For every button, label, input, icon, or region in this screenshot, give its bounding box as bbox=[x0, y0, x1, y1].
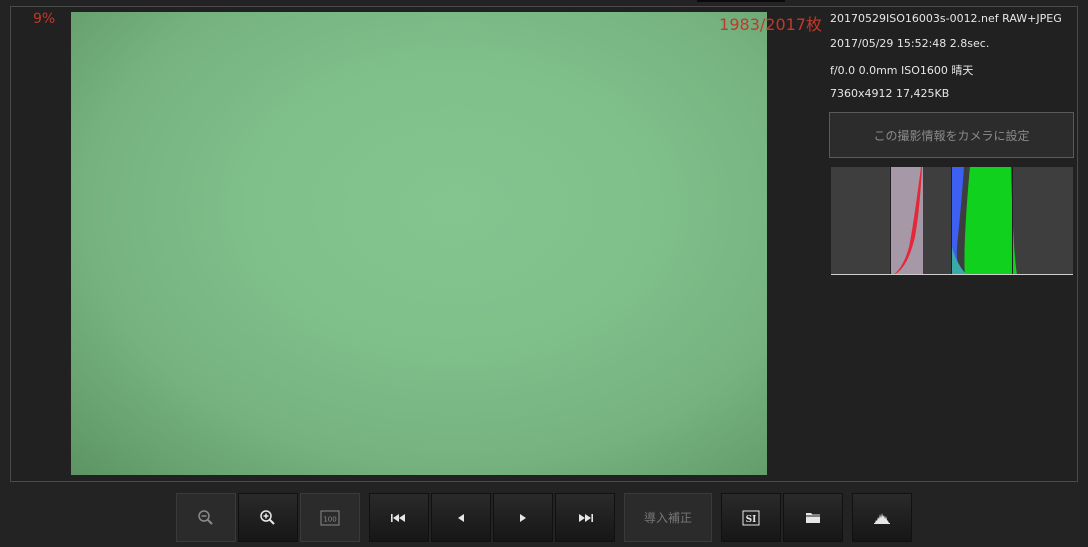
skip-last-icon bbox=[579, 513, 593, 522]
skip-first-icon bbox=[391, 513, 405, 522]
si-button[interactable]: SI bbox=[721, 493, 781, 542]
set-to-camera-button[interactable]: この撮影情報をカメラに設定 bbox=[829, 112, 1074, 158]
next-image-button[interactable] bbox=[493, 493, 553, 542]
preview-image[interactable] bbox=[71, 12, 767, 475]
import-correction-label: 導入補正 bbox=[643, 511, 692, 525]
folder-button[interactable] bbox=[783, 493, 843, 542]
zoom-in-icon bbox=[260, 509, 275, 525]
zoom-in-button[interactable] bbox=[238, 493, 298, 542]
next-icon bbox=[520, 513, 526, 522]
image-counter: 1983/2017枚 bbox=[719, 15, 822, 34]
svg-text:100: 100 bbox=[323, 515, 336, 523]
zoom-percentage: 9% bbox=[33, 11, 56, 27]
import-correction-button[interactable]: 導入補正 bbox=[624, 493, 712, 542]
app-window: 9% 1983/2017枚 20170529ISO16003s-0012.nef… bbox=[0, 0, 1088, 547]
top-tab-indicator bbox=[697, 0, 785, 2]
actual-size-button[interactable]: 100 bbox=[300, 493, 360, 542]
zoom-out-icon bbox=[198, 509, 213, 525]
info-size: 7360x4912 17,425KB bbox=[830, 87, 950, 100]
si-icon: SI bbox=[742, 510, 760, 525]
histogram-button[interactable] bbox=[852, 493, 912, 542]
info-datetime: 2017/05/29 15:52:48 2.8sec. bbox=[830, 37, 990, 50]
folder-icon bbox=[806, 513, 820, 523]
first-image-button[interactable] bbox=[369, 493, 429, 542]
info-exposure: f/0.0 0.0mm ISO1600 晴天 bbox=[830, 64, 974, 77]
last-image-button[interactable] bbox=[555, 493, 615, 542]
rgb-histogram bbox=[831, 167, 1073, 275]
info-filename: 20170529ISO16003s-0012.nef RAW+JPEG bbox=[830, 12, 1062, 25]
prev-icon bbox=[458, 513, 464, 522]
100-percent-icon: 100 bbox=[320, 510, 340, 525]
histogram-icon bbox=[874, 512, 890, 524]
previous-image-button[interactable] bbox=[431, 493, 491, 542]
svg-text:SI: SI bbox=[746, 515, 757, 525]
zoom-out-button[interactable] bbox=[176, 493, 236, 542]
